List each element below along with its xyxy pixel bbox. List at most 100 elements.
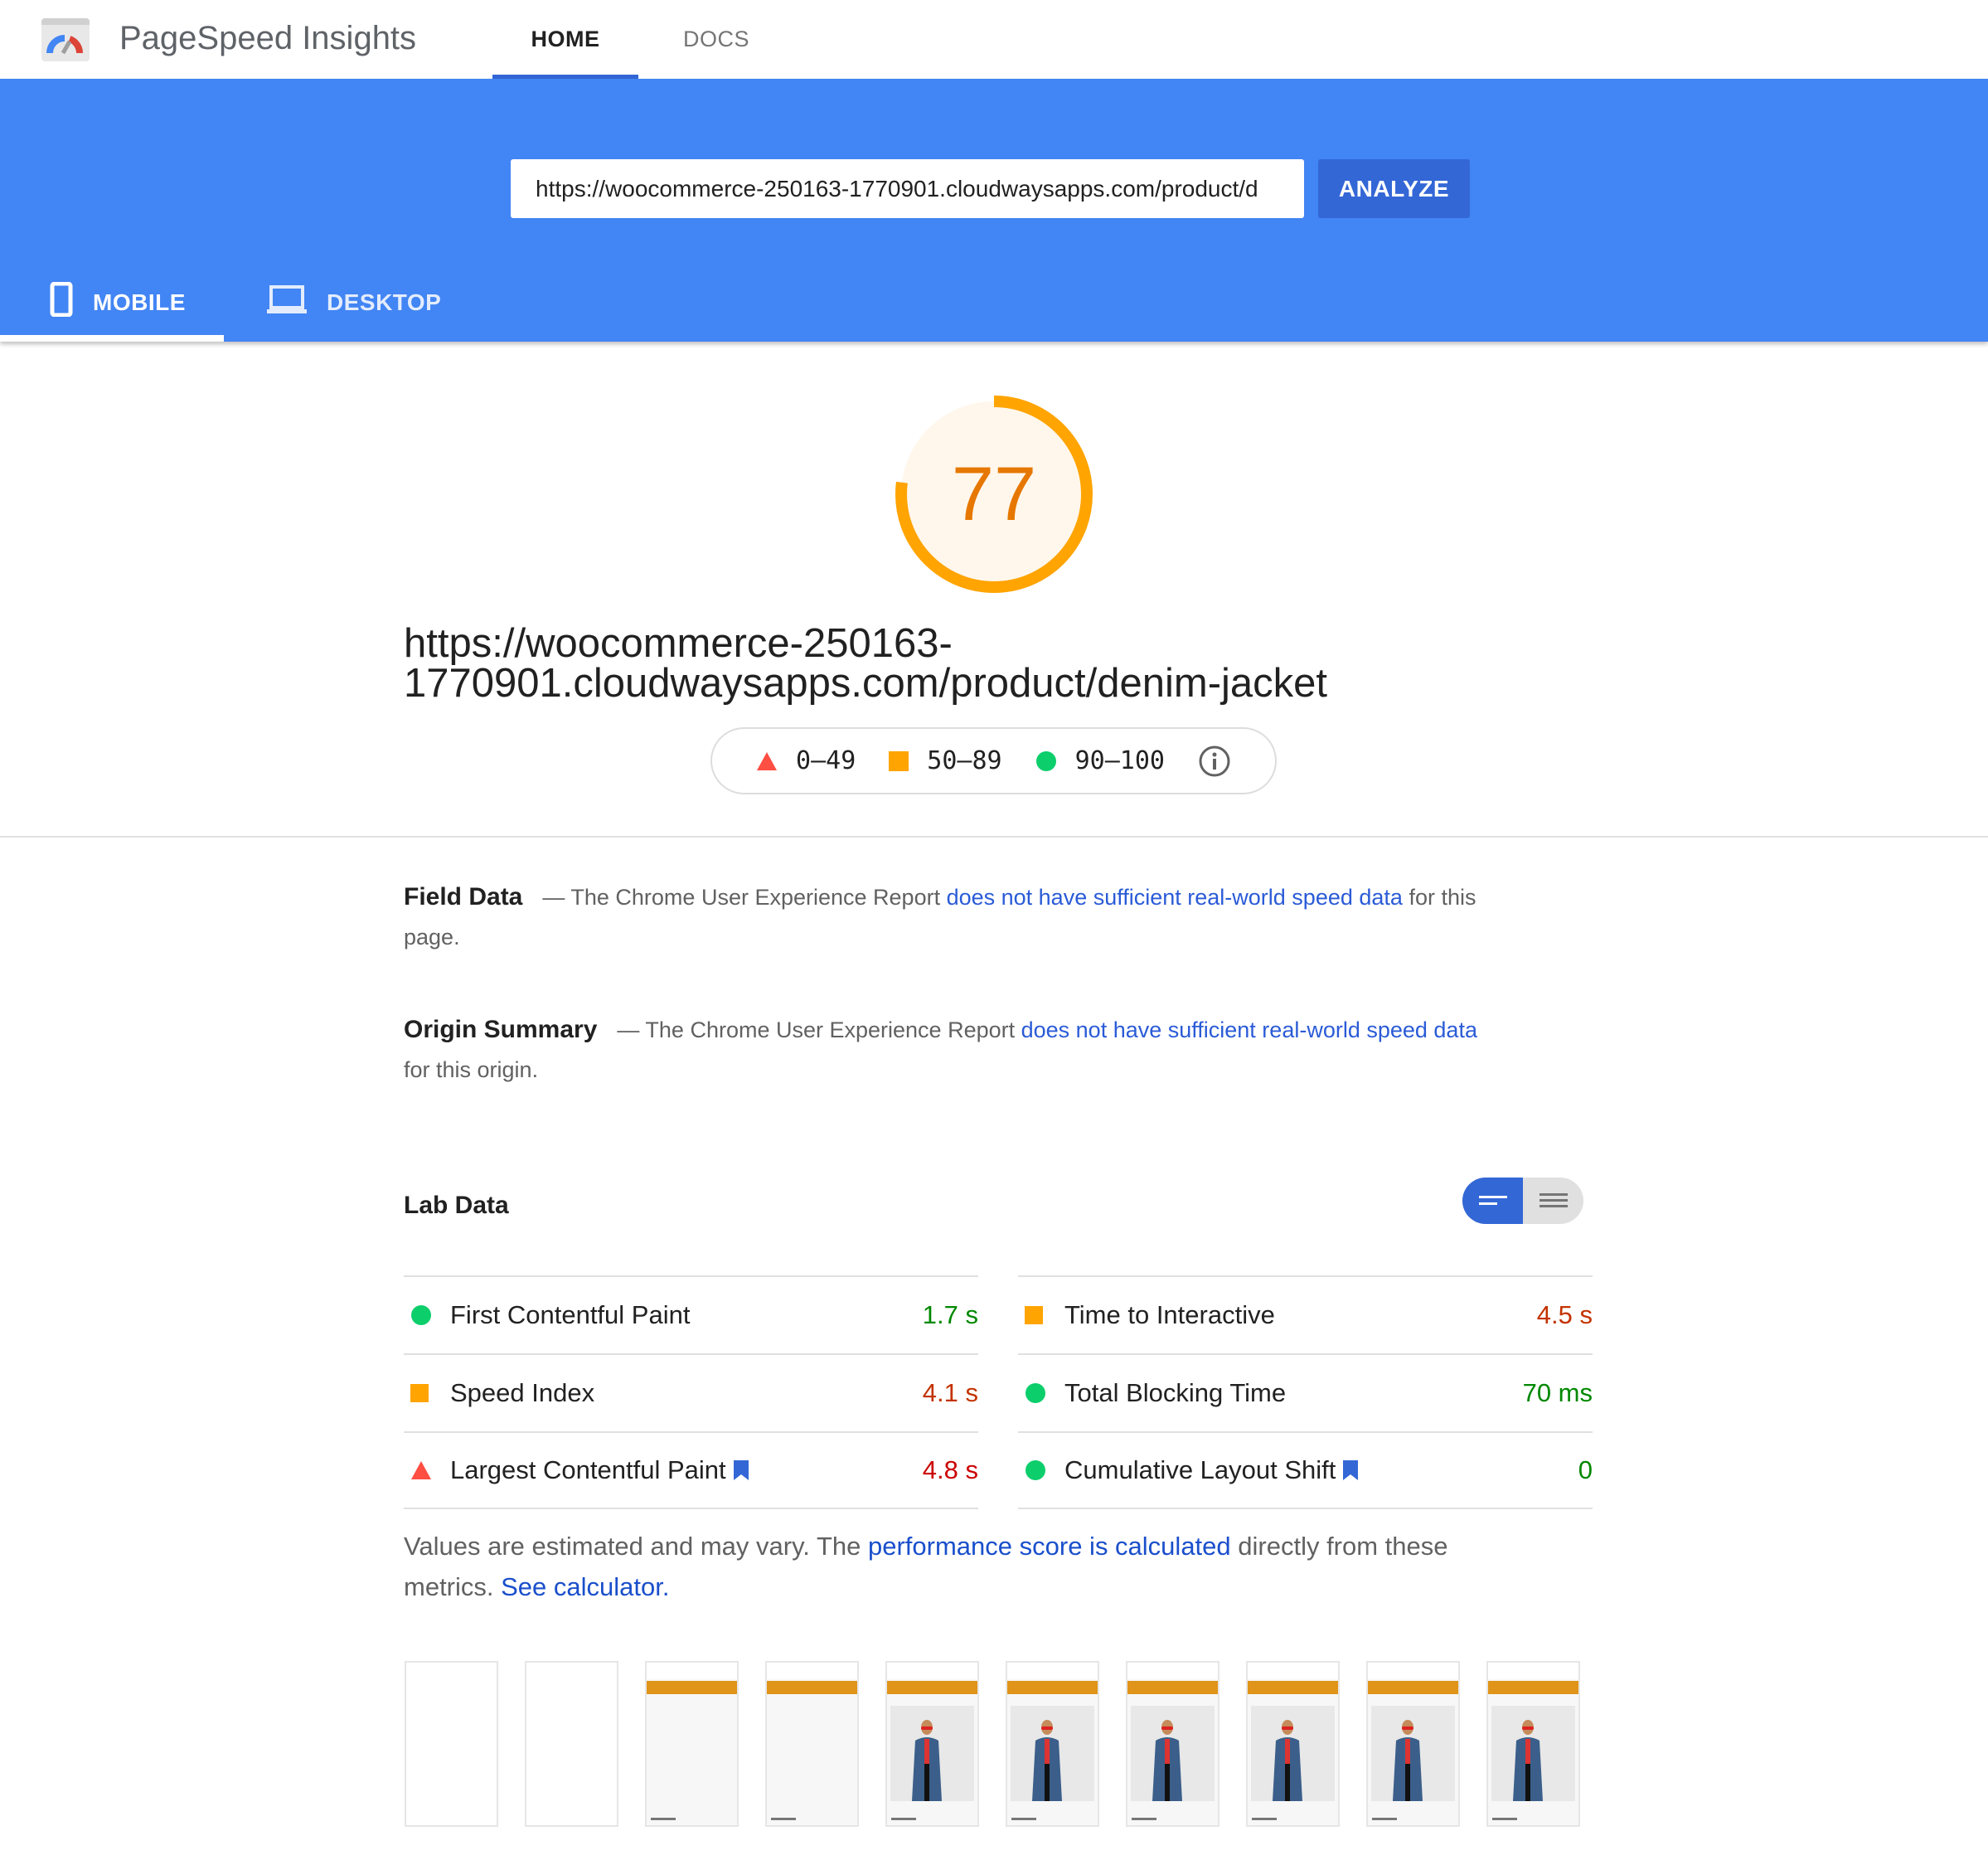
lab-data-footnote: Values are estimated and may vary. The p… xyxy=(404,1526,1506,1607)
circle-icon xyxy=(1035,750,1056,771)
legend-pass: 90–100 xyxy=(1035,746,1165,775)
field-data-title: Field Data xyxy=(404,883,523,911)
metric-status xyxy=(404,1384,450,1402)
filmstrip-frame xyxy=(1486,1661,1580,1827)
metric-name: Largest Contentful Paint xyxy=(450,1455,726,1484)
metric-value: 4.5 s xyxy=(1536,1300,1593,1329)
filmstrip-frame xyxy=(1246,1661,1340,1827)
fail-triangle-icon xyxy=(411,1461,431,1479)
pass-circle-icon xyxy=(411,1305,431,1325)
frame-header xyxy=(1127,1663,1218,1679)
filmstrip-frame xyxy=(1126,1661,1219,1827)
filmstrip-frame xyxy=(405,1661,498,1827)
frame-banner xyxy=(1488,1681,1578,1694)
frame-header xyxy=(1248,1663,1338,1679)
metric-name: Speed Index xyxy=(450,1378,595,1407)
lab-data-title: Lab Data xyxy=(404,1192,509,1219)
product-title-bar xyxy=(1252,1818,1277,1820)
frame-banner xyxy=(647,1681,737,1694)
product-title-bar xyxy=(1132,1818,1156,1820)
filmstrip-frame xyxy=(645,1661,739,1827)
metric-name-wrap: Total Blocking Time xyxy=(1064,1378,1523,1408)
detailed-view-button[interactable] xyxy=(1523,1178,1583,1224)
metric-name: Time to Interactive xyxy=(1064,1300,1275,1329)
url-input[interactable] xyxy=(511,159,1304,218)
metric-row: Cumulative Layout Shift 0 xyxy=(1018,1431,1593,1509)
top-bar: PageSpeed Insights HOME DOCS xyxy=(0,0,1988,79)
metric-status xyxy=(1018,1459,1064,1481)
filmstrip-frame xyxy=(1006,1661,1099,1827)
metrics-right-column: Time to Interactive 4.5 s Total Blocking T… xyxy=(1018,1275,1593,1509)
score-calculated-link[interactable]: performance score is calculated xyxy=(868,1532,1231,1561)
app-title: PageSpeed Insights xyxy=(119,20,417,56)
metrics-left-column: First Contentful Paint 1.7 s Speed Index 4.… xyxy=(404,1275,978,1509)
product-image xyxy=(1491,1706,1575,1801)
performance-score: 77 xyxy=(951,451,1037,537)
metric-value: 0 xyxy=(1578,1455,1593,1484)
product-image xyxy=(1011,1706,1094,1801)
metric-name-wrap: Time to Interactive xyxy=(1064,1300,1537,1330)
see-calculator-link[interactable]: See calculator. xyxy=(501,1572,669,1601)
field-data-section: Field Data — The Chrome User Experience R… xyxy=(404,877,1498,957)
average-square-icon xyxy=(1025,1306,1043,1324)
metric-name-wrap: Speed Index xyxy=(450,1378,923,1408)
metric-name-wrap: Cumulative Layout Shift xyxy=(1064,1455,1578,1485)
nav-tab-home[interactable]: HOME xyxy=(492,27,638,79)
product-image xyxy=(1371,1706,1455,1801)
person-in-jacket-image xyxy=(1032,1720,1062,1801)
metric-value: 70 ms xyxy=(1522,1378,1593,1407)
tab-label: MOBILE xyxy=(93,289,186,315)
square-icon xyxy=(889,750,909,771)
triangle-icon xyxy=(757,751,778,770)
summary-view-button[interactable] xyxy=(1462,1178,1523,1224)
analyzed-url: https://woocommerce-250163-1770901.cloud… xyxy=(404,621,1328,706)
view-toggle[interactable] xyxy=(1462,1178,1583,1224)
product-image xyxy=(1131,1706,1215,1801)
pagespeed-logo-icon xyxy=(41,18,90,61)
average-square-icon xyxy=(410,1384,429,1402)
pass-circle-icon xyxy=(1026,1383,1045,1403)
list-lines-icon xyxy=(1539,1193,1568,1207)
metric-row: First Contentful Paint 1.7 s xyxy=(404,1275,978,1353)
legend-label: 0–49 xyxy=(796,746,856,775)
pass-circle-icon xyxy=(1026,1460,1045,1480)
metric-status xyxy=(1018,1382,1064,1404)
origin-summary-link[interactable]: does not have sufficient real-world spee… xyxy=(1021,1017,1477,1042)
frame-header xyxy=(887,1663,977,1679)
product-title-bar xyxy=(771,1818,796,1820)
bookmark-icon[interactable] xyxy=(1342,1459,1359,1481)
legend-fail: 0–49 xyxy=(756,746,856,775)
product-title-bar xyxy=(1492,1818,1517,1820)
metric-row: Speed Index 4.1 s xyxy=(404,1353,978,1431)
divider xyxy=(0,836,1988,838)
person-in-jacket-image xyxy=(1513,1720,1543,1801)
person-in-jacket-image xyxy=(1273,1720,1302,1801)
filmstrip-frame xyxy=(885,1661,979,1827)
frame-header xyxy=(1007,1663,1098,1679)
info-icon[interactable] xyxy=(1198,745,1231,778)
person-in-jacket-image xyxy=(1152,1720,1182,1801)
frame-banner xyxy=(887,1681,977,1694)
metric-row: Time to Interactive 4.5 s xyxy=(1018,1275,1593,1353)
product-title-bar xyxy=(1011,1818,1036,1820)
frame-header xyxy=(767,1663,857,1679)
bookmark-icon[interactable] xyxy=(733,1459,749,1481)
field-data-link[interactable]: does not have sufficient real-world spee… xyxy=(947,885,1403,910)
product-title-bar xyxy=(651,1818,676,1820)
frame-header xyxy=(1368,1663,1458,1679)
laptop-icon xyxy=(267,285,307,319)
analyze-button[interactable]: ANALYZE xyxy=(1318,159,1470,218)
tab-desktop[interactable]: DESKTOP xyxy=(267,263,441,342)
tab-mobile[interactable]: MOBILE xyxy=(0,263,224,342)
metric-name: Cumulative Layout Shift xyxy=(1064,1455,1336,1484)
person-in-jacket-image xyxy=(912,1720,942,1801)
metric-status xyxy=(404,1304,450,1326)
metric-status xyxy=(404,1460,450,1480)
footnote-text: Values are estimated and may vary. The xyxy=(404,1532,868,1561)
metric-name: First Contentful Paint xyxy=(450,1300,691,1329)
nav-tab-docs[interactable]: DOCS xyxy=(683,27,749,52)
metric-row: Total Blocking Time 70 ms xyxy=(1018,1353,1593,1431)
filmstrip-frame xyxy=(765,1661,859,1827)
metric-name-wrap: Largest Contentful Paint xyxy=(450,1455,923,1485)
metric-name: Total Blocking Time xyxy=(1064,1378,1287,1407)
